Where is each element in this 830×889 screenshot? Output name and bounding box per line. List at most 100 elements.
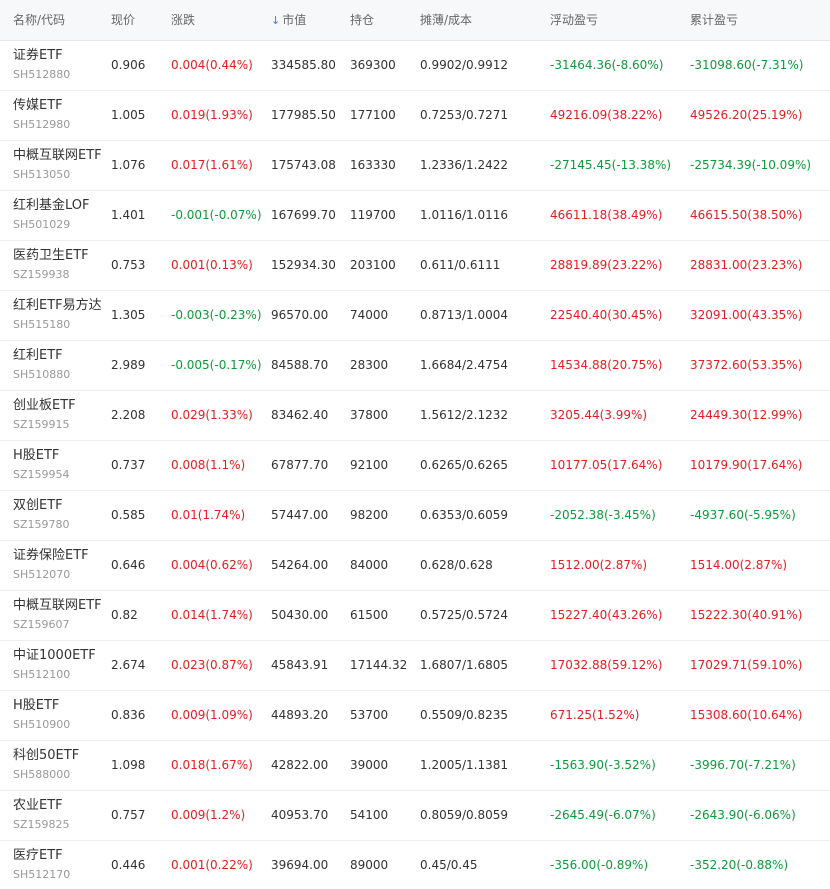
cell-market-value: 42822.00 <box>271 758 329 772</box>
cell-change: 0.018(1.67%) <box>171 758 253 772</box>
cell-name-code[interactable]: 医药卫生ETF SZ159938 <box>0 240 111 290</box>
cell-floating-pnl: 28819.89(23.22%) <box>550 258 663 272</box>
table-row[interactable]: 红利基金LOF SH501029 1.401 -0.001(-0.07%) 167699… <box>0 190 830 240</box>
table-row[interactable]: 双创ETF SZ159780 0.585 0.01(1.74%) 57447.00 982… <box>0 490 830 540</box>
fund-code: SH512100 <box>13 668 71 681</box>
cell-floating-pnl: 10177.05(17.64%) <box>550 458 663 472</box>
cell-market-value: 54264.00 <box>271 558 329 572</box>
cell-cost: 0.6265/0.6265 <box>420 458 509 472</box>
cell-name-code[interactable]: 医疗ETF SH512170 <box>0 840 111 889</box>
cell-name-code[interactable]: 证券ETF SH512880 <box>0 40 111 90</box>
cell-cumulative-pnl: 1514.00(2.87%) <box>690 558 788 572</box>
cell-holdings: 17144.32 <box>350 658 408 672</box>
cell-change: 0.019(1.93%) <box>171 108 253 122</box>
fund-code: SH512880 <box>13 68 71 81</box>
cell-cumulative-pnl: -2643.90(-6.06%) <box>690 808 796 822</box>
table-row[interactable]: 中概互联网ETF SZ159607 0.82 0.014(1.74%) 50430.00… <box>0 590 830 640</box>
cell-market-value: 177985.50 <box>271 108 336 122</box>
table-row[interactable]: 证券保险ETF SH512070 0.646 0.004(0.62%) 54264.00… <box>0 540 830 590</box>
cell-holdings: 61500 <box>350 608 389 622</box>
table-row[interactable]: 科创50ETF SH588000 1.098 0.018(1.67%) 42822.00… <box>0 740 830 790</box>
cell-name-code[interactable]: 红利ETF易方达 SH515180 <box>0 290 111 340</box>
cell-price: 0.646 <box>111 558 146 572</box>
cell-name-code[interactable]: 创业板ETF SZ159915 <box>0 390 111 440</box>
cell-price: 2.674 <box>111 658 146 672</box>
cell-cost: 1.2005/1.1381 <box>420 758 509 772</box>
header-holdings[interactable]: 持仓 <box>350 0 420 40</box>
fund-name: 中概互联网ETF <box>13 148 102 163</box>
cell-name-code[interactable]: 中概互联网ETF SH513050 <box>0 140 111 190</box>
cell-cost: 0.6353/0.6059 <box>420 508 509 522</box>
header-market-value[interactable]: ↓ 市值 <box>271 0 350 40</box>
cell-cumulative-pnl: -4937.60(-5.95%) <box>690 508 796 522</box>
table-row[interactable]: 创业板ETF SZ159915 2.208 0.029(1.33%) 83462.40 3… <box>0 390 830 440</box>
cell-change: 0.004(0.44%) <box>171 58 253 72</box>
table-row[interactable]: 医疗ETF SH512170 0.446 0.001(0.22%) 39694.00 89… <box>0 840 830 889</box>
table-row[interactable]: H股ETF SH510900 0.836 0.009(1.09%) 44893.20 53… <box>0 690 830 740</box>
cell-cumulative-pnl: 46615.50(38.50%) <box>690 208 803 222</box>
header-cumulative-pnl[interactable]: 累计盈亏 <box>690 0 830 40</box>
fund-name: 中概互联网ETF <box>13 598 102 613</box>
table-row[interactable]: 红利ETF易方达 SH515180 1.305 -0.003(-0.23%) 96570… <box>0 290 830 340</box>
cell-floating-pnl: 49216.09(38.22%) <box>550 108 663 122</box>
cell-market-value: 84588.70 <box>271 358 329 372</box>
cell-name-code[interactable]: 农业ETF SZ159825 <box>0 790 111 840</box>
cell-floating-pnl: -356.00(-0.89%) <box>550 858 649 872</box>
table-row[interactable]: 传媒ETF SH512980 1.005 0.019(1.93%) 177985.50 1… <box>0 90 830 140</box>
cell-cost: 0.5509/0.8235 <box>420 708 509 722</box>
header-market-value-label: 市值 <box>282 13 307 28</box>
cell-name-code[interactable]: 中概互联网ETF SZ159607 <box>0 590 111 640</box>
cell-floating-pnl: -2645.49(-6.07%) <box>550 808 656 822</box>
cell-price: 1.098 <box>111 758 146 772</box>
cell-cumulative-pnl: 24449.30(12.99%) <box>690 408 803 422</box>
table-row[interactable]: 证券ETF SH512880 0.906 0.004(0.44%) 334585.80 3… <box>0 40 830 90</box>
cell-change: 0.017(1.61%) <box>171 158 253 172</box>
table-row[interactable]: 红利ETF SH510880 2.989 -0.005(-0.17%) 84588.70… <box>0 340 830 390</box>
cell-market-value: 39694.00 <box>271 858 329 872</box>
fund-name: 红利ETF <box>13 348 63 363</box>
cell-name-code[interactable]: 双创ETF SZ159780 <box>0 490 111 540</box>
cell-name-code[interactable]: 科创50ETF SH588000 <box>0 740 111 790</box>
fund-name: 红利基金LOF <box>13 198 90 213</box>
cell-price: 0.737 <box>111 458 146 472</box>
table-row[interactable]: 医药卫生ETF SZ159938 0.753 0.001(0.13%) 152934.3… <box>0 240 830 290</box>
cell-holdings: 177100 <box>350 108 396 122</box>
cell-floating-pnl: -2052.38(-3.45%) <box>550 508 656 522</box>
cell-change: 0.009(1.2%) <box>171 808 246 822</box>
cell-price: 0.836 <box>111 708 146 722</box>
cell-holdings: 74000 <box>350 308 389 322</box>
cell-market-value: 96570.00 <box>271 308 329 322</box>
cell-cost: 0.8059/0.8059 <box>420 808 509 822</box>
fund-code: SH512980 <box>13 118 71 131</box>
cell-holdings: 39000 <box>350 758 389 772</box>
cell-change: -0.001(-0.07%) <box>171 208 262 222</box>
cell-name-code[interactable]: 证券保险ETF SH512070 <box>0 540 111 590</box>
header-cost[interactable]: 摊薄/成本 <box>420 0 550 40</box>
header-change[interactable]: 涨跌 <box>171 0 271 40</box>
cell-name-code[interactable]: H股ETF SZ159954 <box>0 440 111 490</box>
cell-holdings: 119700 <box>350 208 396 222</box>
cell-name-code[interactable]: 红利基金LOF SH501029 <box>0 190 111 240</box>
cell-name-code[interactable]: 红利ETF SH510880 <box>0 340 111 390</box>
table-row[interactable]: 中概互联网ETF SH513050 1.076 0.017(1.61%) 175743.… <box>0 140 830 190</box>
cell-change: 0.029(1.33%) <box>171 408 253 422</box>
cell-price: 1.305 <box>111 308 146 322</box>
cell-name-code[interactable]: H股ETF SH510900 <box>0 690 111 740</box>
cell-cumulative-pnl: -25734.39(-10.09%) <box>690 158 812 172</box>
cell-name-code[interactable]: 传媒ETF SH512980 <box>0 90 111 140</box>
header-price[interactable]: 现价 <box>111 0 171 40</box>
fund-code: SH510900 <box>13 718 71 731</box>
table-row[interactable]: 农业ETF SZ159825 0.757 0.009(1.2%) 40953.70 541… <box>0 790 830 840</box>
table-row[interactable]: H股ETF SZ159954 0.737 0.008(1.1%) 67877.70 921… <box>0 440 830 490</box>
cell-name-code[interactable]: 中证1000ETF SH512100 <box>0 640 111 690</box>
cell-market-value: 83462.40 <box>271 408 329 422</box>
table-row[interactable]: 中证1000ETF SH512100 2.674 0.023(0.87%) 45843.… <box>0 640 830 690</box>
fund-name: 创业板ETF <box>13 398 76 413</box>
header-name[interactable]: 名称/代码 <box>0 0 111 40</box>
cell-holdings: 37800 <box>350 408 389 422</box>
cell-change: 0.004(0.62%) <box>171 558 253 572</box>
header-floating-pnl[interactable]: 浮动盈亏 <box>550 0 690 40</box>
cell-cost: 1.6684/2.4754 <box>420 358 509 372</box>
cell-market-value: 152934.30 <box>271 258 336 272</box>
cell-cumulative-pnl: -31098.60(-7.31%) <box>690 58 804 72</box>
